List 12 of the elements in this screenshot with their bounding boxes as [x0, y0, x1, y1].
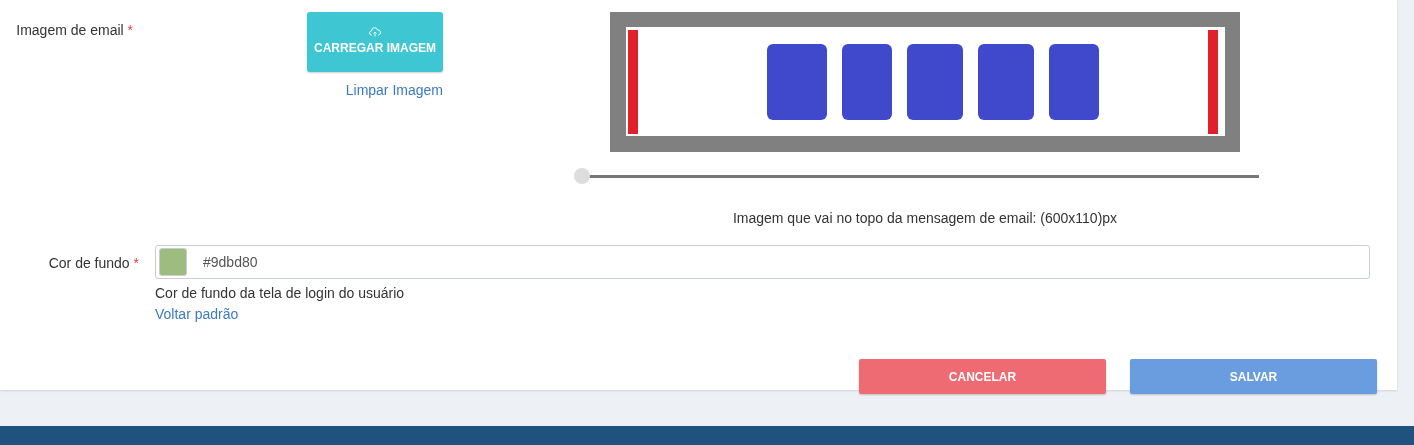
field-label: Imagem de email *: [16, 22, 133, 38]
help-text: Cor de fundo da tela de login do usuário: [155, 284, 406, 303]
color-field[interactable]: #9dbd80: [155, 245, 1370, 279]
cloud-upload-icon: [369, 27, 381, 37]
clear-image-link[interactable]: Limpar Imagem: [345, 80, 443, 101]
save-button[interactable]: SALVAR: [1130, 359, 1377, 394]
image-caption: Imagem que vai no topo da mensagem de email: (600x110)px: [732, 209, 1118, 228]
color-swatch[interactable]: [159, 248, 187, 276]
reset-link[interactable]: Voltar padrão: [155, 306, 239, 322]
slider-thumb[interactable]: [573, 168, 590, 184]
cancel-button[interactable]: CANCELAR: [859, 359, 1106, 394]
field-label: Cor de fundo *: [48, 255, 139, 271]
